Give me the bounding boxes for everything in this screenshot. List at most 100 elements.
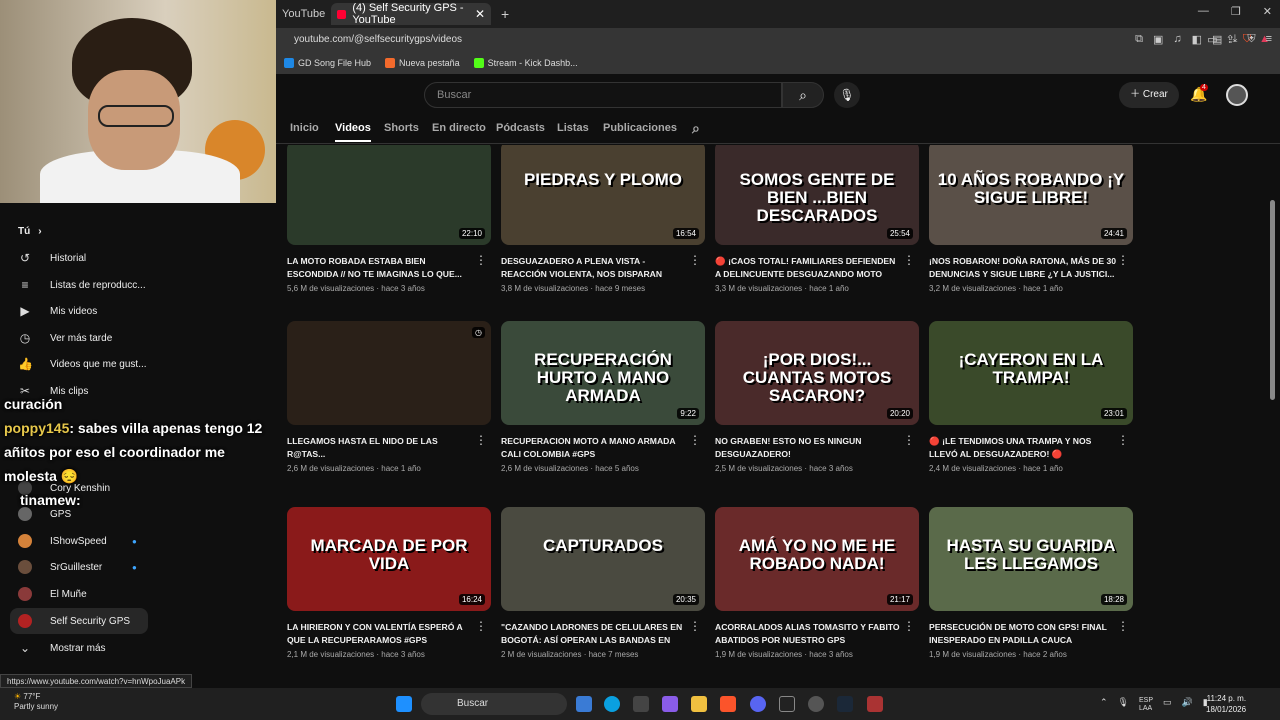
video-thumbnail[interactable]: 10 AÑOS ROBANDO ¡Y SIGUE LIBRE! 24:41 — [929, 145, 1133, 245]
you-section-link[interactable]: Tú › — [18, 221, 42, 241]
search-input[interactable]: Buscar — [424, 82, 782, 108]
video-thumbnail[interactable]: SOMOS GENTE DE BIEN ...BIEN DESCARADOS 25… — [715, 145, 919, 245]
windows-start-icon[interactable] — [396, 696, 412, 712]
sidebar-sub-srguillester[interactable]: SrGuillester — [18, 557, 102, 577]
mic-icon[interactable]: 🎙 — [1118, 697, 1129, 713]
epic-games-icon[interactable] — [779, 696, 795, 712]
close-window-icon[interactable]: ✕ — [1263, 5, 1272, 18]
clock[interactable]: 11:24 p. m. 18/01/2026 — [1206, 693, 1246, 715]
music-icon[interactable]: ♫ — [1173, 33, 1181, 46]
sidebar-item-playlists[interactable]: ≡ Listas de reproducc... — [18, 275, 145, 295]
more-options-icon[interactable]: ⋮ — [903, 253, 915, 267]
video-thumbnail[interactable]: AMÁ YO NO ME HE ROBADO NADA! 21:17 — [715, 507, 919, 611]
tab-posts[interactable]: Publicaciones — [603, 122, 677, 134]
menu-icon[interactable]: ≡ — [1266, 33, 1272, 46]
video-card[interactable]: 10 AÑOS ROBANDO ¡Y SIGUE LIBRE! 24:41 ¡NOS… — [929, 145, 1133, 293]
video-title[interactable]: 🔴 ¡LE TENDIMOS UNA TRAMPA Y NOS LLEVÓ AL… — [929, 435, 1133, 461]
more-options-icon[interactable]: ⋮ — [1117, 619, 1129, 633]
taskbar-search[interactable]: Buscar — [421, 693, 567, 715]
more-options-icon[interactable]: ⋮ — [1117, 433, 1129, 447]
more-options-icon[interactable]: ⋮ — [475, 433, 487, 447]
video-thumbnail[interactable]: ¡POR DIOS!... CUANTAS MOTOS SACARON? 20:2… — [715, 321, 919, 425]
obs-icon[interactable] — [808, 696, 824, 712]
watch-later-icon[interactable]: ◷ — [472, 327, 485, 338]
video-card[interactable]: MARCADA DE POR VIDA 16:24 LA HIRIERON Y CO… — [287, 507, 491, 659]
channel-search-icon[interactable]: ⌕ — [692, 120, 700, 137]
scrollbar[interactable] — [1268, 145, 1276, 685]
show-more-button[interactable]: ⌄ Mostrar más — [18, 638, 106, 658]
steam-icon[interactable] — [837, 696, 853, 712]
minimize-icon[interactable]: — — [1198, 5, 1209, 18]
chevron-up-icon[interactable]: ⌃ — [1100, 697, 1108, 713]
sidebar-item-history[interactable]: ↺ Historial — [18, 248, 86, 268]
file-explorer-icon[interactable] — [691, 696, 707, 712]
discord-icon[interactable] — [750, 696, 766, 712]
video-card[interactable]: ◷ LLEGAMOS HASTA EL NIDO DE LAS R@TAS... ⋮… — [287, 321, 491, 473]
maximize-icon[interactable]: ❐ — [1231, 5, 1241, 18]
volume-icon[interactable]: 🔊 — [1182, 697, 1193, 713]
copilot-icon[interactable] — [662, 696, 678, 712]
video-title[interactable]: NO GRABEN! ESTO NO ES NINGUN DESGUAZADER… — [715, 435, 919, 461]
account-avatar[interactable] — [1226, 84, 1248, 106]
sidebar-item-liked[interactable]: 👍 Videos que me gust... — [18, 354, 147, 374]
screenshot-icon[interactable]: ▣ — [1153, 33, 1163, 46]
edge-icon[interactable] — [604, 696, 620, 712]
sidebar-sub-self-security[interactable]: Self Security GPS — [18, 611, 130, 631]
video-title[interactable]: "CAZANDO LADRONES DE CELULARES EN BOGOTÁ… — [501, 621, 705, 647]
app-icon[interactable] — [576, 696, 592, 712]
more-options-icon[interactable]: ⋮ — [689, 619, 701, 633]
tab-shorts[interactable]: Shorts — [384, 122, 419, 134]
video-title[interactable]: RECUPERACION MOTO A MANO ARMADA CALI COL… — [501, 435, 705, 461]
video-thumbnail[interactable]: 22:10 — [287, 145, 491, 245]
network-icon[interactable]: ▭ — [1163, 697, 1172, 713]
voice-search-button[interactable]: 🎙 — [834, 82, 860, 108]
vpn-icon[interactable]: ⛨ — [1247, 33, 1255, 46]
new-tab-button[interactable]: + — [501, 3, 509, 25]
video-card[interactable]: RECUPERACIÓN HURTO A MANO ARMADA 9:22 RECU… — [501, 321, 705, 473]
sidebar-item-my-videos[interactable]: ▶ Mis videos — [18, 301, 97, 321]
video-title[interactable]: LA HIRIERON Y CON VALENTÍA ESPERÓ A QUE … — [287, 621, 491, 647]
more-options-icon[interactable]: ⋮ — [689, 433, 701, 447]
more-options-icon[interactable]: ⋮ — [903, 619, 915, 633]
tab-live[interactable]: En directo — [432, 122, 486, 134]
scrollbar-thumb[interactable] — [1270, 200, 1275, 400]
video-title[interactable]: DESGUAZADERO A PLENA VISTA - REACCIÓN VI… — [501, 255, 705, 281]
download-icon[interactable]: ⤓ — [1232, 33, 1237, 46]
video-thumbnail[interactable]: RECUPERACIÓN HURTO A MANO ARMADA 9:22 — [501, 321, 705, 425]
tab-podcasts[interactable]: Pódcasts — [496, 122, 545, 134]
weather-widget[interactable]: ☀ 77°F Partly sunny — [14, 692, 58, 712]
more-options-icon[interactable]: ⋮ — [475, 619, 487, 633]
more-options-icon[interactable]: ⋮ — [475, 253, 487, 267]
sidebar-sub-ishowspeed[interactable]: IShowSpeed — [18, 531, 107, 551]
tab-videos[interactable]: Videos — [335, 122, 371, 142]
video-card[interactable]: AMÁ YO NO ME HE ROBADO NADA! 21:17 ACORRAL… — [715, 507, 919, 659]
wallet-icon[interactable]: ▤ — [1212, 33, 1222, 46]
sidebar-icon[interactable]: ◧ — [1192, 33, 1202, 46]
video-title[interactable]: LA MOTO ROBADA ESTABA BIEN ESCONDIDA // … — [287, 255, 491, 281]
search-button[interactable]: ⌕ — [782, 82, 824, 108]
more-options-icon[interactable]: ⋮ — [689, 253, 701, 267]
tab-playlists[interactable]: Listas — [557, 122, 589, 134]
tab-inicio[interactable]: Inicio — [290, 122, 319, 134]
app-icon[interactable] — [867, 696, 883, 712]
video-card[interactable]: 22:10 LA MOTO ROBADA ESTABA BIEN ESCONDID… — [287, 145, 491, 293]
video-thumbnail[interactable]: HASTA SU GUARIDA LES LLEGAMOS 18:28 — [929, 507, 1133, 611]
more-options-icon[interactable]: ⋮ — [903, 433, 915, 447]
extensions-icon[interactable]: ⧉ — [1135, 33, 1143, 46]
video-thumbnail[interactable]: MARCADA DE POR VIDA 16:24 — [287, 507, 491, 611]
video-title[interactable]: 🔴 ¡CAOS TOTAL! Familiares Defienden a De… — [715, 255, 919, 281]
video-card[interactable]: PIEDRAS Y PLOMO 16:54 DESGUAZADERO A PLENA… — [501, 145, 705, 293]
bookmark-item[interactable]: GD Song File Hub — [284, 58, 371, 69]
video-thumbnail[interactable]: ◷ — [287, 321, 491, 425]
video-card[interactable]: SOMOS GENTE DE BIEN ...BIEN DESCARADOS 25… — [715, 145, 919, 293]
video-card[interactable]: CAPTURADOS 20:35 "CAZANDO LADRONES DE CELU… — [501, 507, 705, 659]
video-thumbnail[interactable]: CAPTURADOS 20:35 — [501, 507, 705, 611]
tab-self-security[interactable]: (4) Self Security GPS - YouTube ✕ — [331, 2, 491, 26]
video-title[interactable]: ¡NOS ROBARON! DOÑA RATONA, más de 30 DEN… — [929, 255, 1133, 281]
sidebar-item-watch-later[interactable]: ◷ Ver más tarde — [18, 328, 113, 348]
video-title[interactable]: ACORRALADOS ALIAS TOMASITO Y FABITO ABAT… — [715, 621, 919, 647]
video-title[interactable]: PERSECUCIÓN DE MOTO CON GPS! FINAL INESP… — [929, 621, 1133, 647]
language-indicator[interactable]: ESP LAA — [1139, 697, 1153, 713]
close-tab-icon[interactable]: ✕ — [475, 7, 485, 21]
video-card[interactable]: ¡CAYERON EN LA TRAMPA! 23:01 🔴 ¡LE TENDIMO… — [929, 321, 1133, 473]
